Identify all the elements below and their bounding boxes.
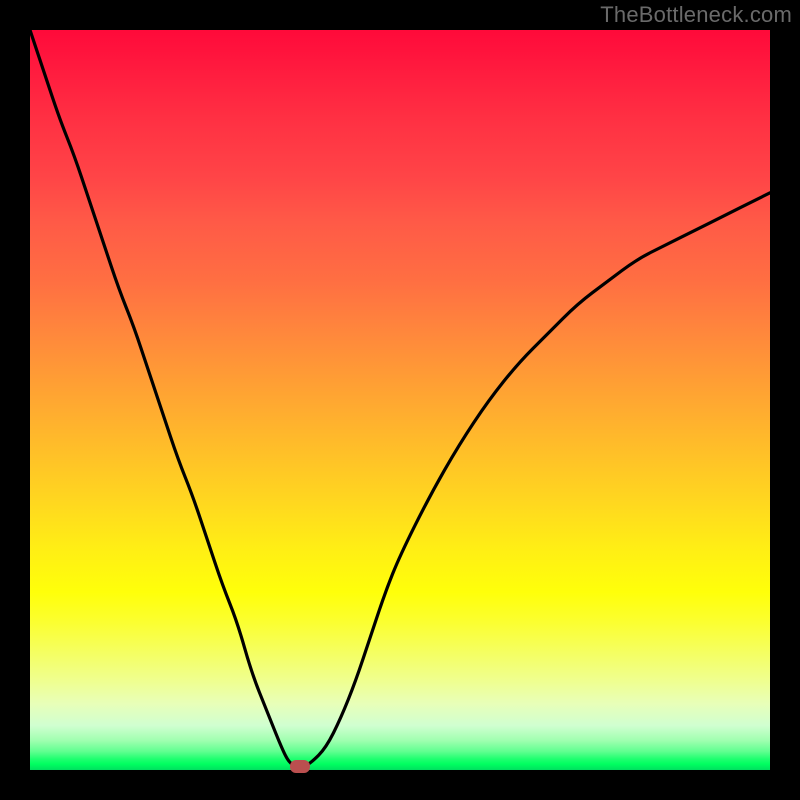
minimum-marker	[290, 760, 310, 773]
chart-stage: TheBottleneck.com	[0, 0, 800, 800]
bottleneck-curve	[30, 30, 770, 770]
plot-area	[30, 30, 770, 770]
watermark-text: TheBottleneck.com	[600, 2, 792, 28]
